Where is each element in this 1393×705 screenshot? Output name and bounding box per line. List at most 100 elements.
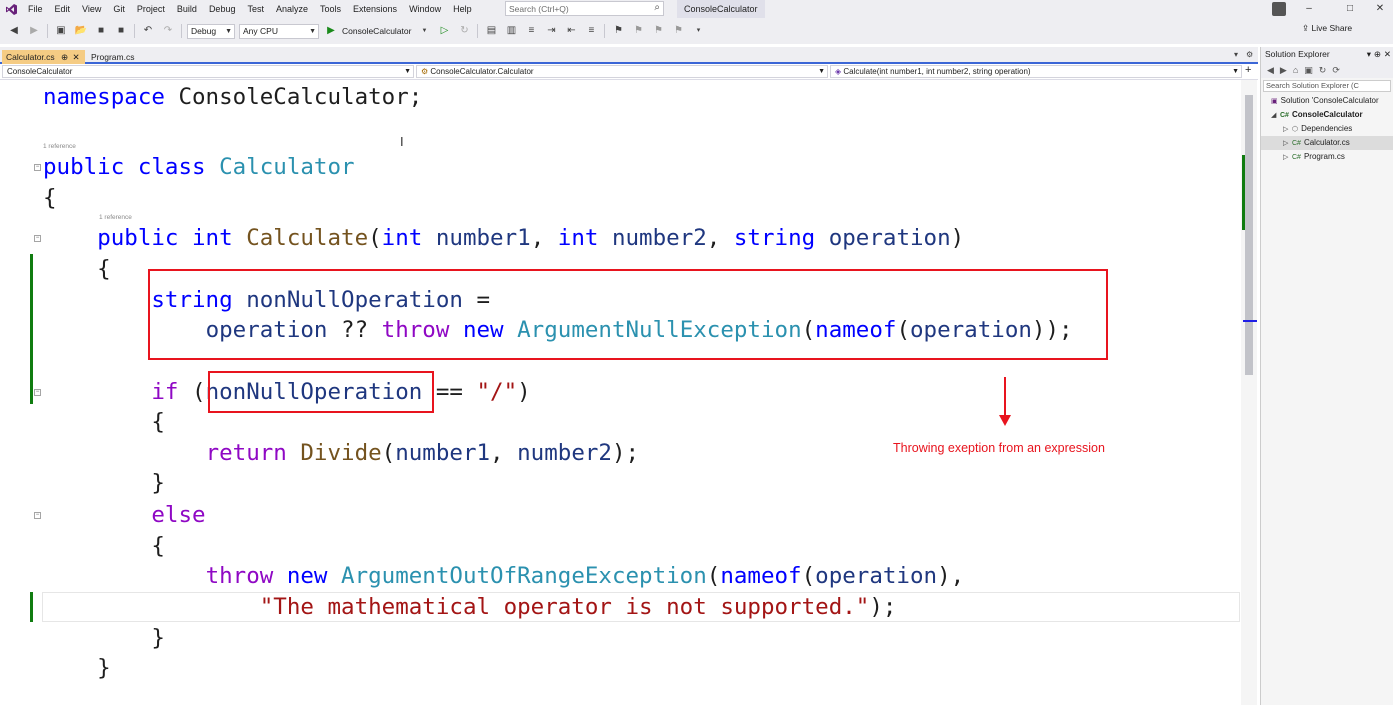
menu-window[interactable]: Window xyxy=(403,0,447,18)
pin-icon[interactable]: ⊕ xyxy=(1374,47,1381,62)
expand-arrow-icon[interactable]: ▷ xyxy=(1283,123,1292,137)
chevron-down-icon[interactable]: ▼ xyxy=(417,24,431,38)
run-target-button[interactable]: ConsoleCalculator xyxy=(342,26,411,36)
indent-icon[interactable]: ⇥ xyxy=(544,24,558,38)
split-view-icon[interactable]: + xyxy=(1245,64,1251,76)
maximize-icon[interactable]: □ xyxy=(1337,0,1363,18)
align-icon[interactable]: ≡ xyxy=(524,24,538,38)
start-debug-icon[interactable]: ▶ xyxy=(324,24,338,38)
menu-debug[interactable]: Debug xyxy=(203,0,242,18)
visual-studio-logo-icon[interactable] xyxy=(0,0,22,18)
change-marker xyxy=(30,592,33,622)
bookmark-prev-icon[interactable]: ⚑ xyxy=(631,24,645,38)
tree-item-dependencies[interactable]: ▷ ⬡ Dependencies xyxy=(1261,122,1393,136)
forward-icon[interactable]: ▶ xyxy=(1280,65,1287,76)
dependencies-icon: ⬡ xyxy=(1292,126,1299,133)
search-input[interactable]: Search (Ctrl+Q) ⌕ xyxy=(505,1,664,16)
project-dropdown[interactable]: ConsoleCalculator ▼ xyxy=(2,65,414,78)
tree-project[interactable]: ◢ C# ConsoleCalculator xyxy=(1261,108,1393,122)
configuration-dropdown[interactable]: Debug ▼ xyxy=(187,23,235,39)
platform-value: Any CPU xyxy=(243,25,278,36)
menu-edit[interactable]: Edit xyxy=(49,0,77,18)
close-icon[interactable]: ✕ xyxy=(1367,0,1393,18)
menu-test[interactable]: Test xyxy=(241,0,270,18)
configuration-value: Debug xyxy=(191,25,217,36)
bookmark-clear-icon[interactable]: ⚑ xyxy=(671,24,685,38)
menu-build[interactable]: Build xyxy=(171,0,203,18)
tab-calculator-cs[interactable]: Calculator.cs ⊕ ✕ xyxy=(2,50,85,64)
comment-icon[interactable]: ≡ xyxy=(584,24,598,38)
bookmark-next-icon[interactable]: ⚑ xyxy=(651,24,665,38)
tree-solution[interactable]: ▣ Solution 'ConsoleCalculator xyxy=(1261,94,1393,108)
solution-search-input[interactable]: Search Solution Explorer (C xyxy=(1263,80,1391,92)
menu-file[interactable]: File xyxy=(22,0,49,18)
menu-view[interactable]: View xyxy=(76,0,107,18)
tab-dropdown-icon[interactable]: ▾ xyxy=(1234,50,1238,59)
collapse-icon[interactable]: − xyxy=(34,235,41,242)
tree-item-program-cs[interactable]: ▷ C# Program.cs xyxy=(1261,150,1393,164)
toolbar-overflow-icon[interactable]: ▾ xyxy=(691,24,705,38)
browse-icon[interactable]: ▤ xyxy=(484,24,498,38)
save-icon[interactable]: ■ xyxy=(94,24,108,38)
codelens-references[interactable]: 1 reference xyxy=(43,143,76,150)
code-line: throw new ArgumentOutOfRangeException(na… xyxy=(205,563,965,589)
type-dropdown[interactable]: ⚙ ConsoleCalculator.Calculator ▼ xyxy=(416,65,828,78)
expand-arrow-icon[interactable]: ▷ xyxy=(1283,137,1292,151)
settings-gear-icon[interactable]: ⚙ xyxy=(1246,50,1253,59)
code-line: return Divide(number1, number2); xyxy=(205,440,640,466)
back-icon[interactable]: ◀ xyxy=(7,24,21,38)
menu-extensions[interactable]: Extensions xyxy=(347,0,403,18)
tab-label: Program.cs xyxy=(91,52,135,62)
redo-icon[interactable]: ↷ xyxy=(161,24,175,38)
codelens-references[interactable]: 1 reference xyxy=(99,214,132,221)
refresh-icon[interactable]: ⟳ xyxy=(1332,65,1340,76)
home-icon[interactable]: ⌂ xyxy=(1293,65,1298,75)
bookmark-icon[interactable]: ⚑ xyxy=(611,24,625,38)
close-icon[interactable]: ✕ xyxy=(73,52,80,62)
close-icon[interactable]: ✕ xyxy=(1384,47,1391,62)
hot-reload-icon[interactable]: ↻ xyxy=(457,24,471,38)
undo-icon[interactable]: ↶ xyxy=(141,24,155,38)
panel-dropdown-icon[interactable]: ▾ xyxy=(1367,47,1371,62)
forward-icon[interactable]: ▶ xyxy=(27,24,41,38)
toolbar-separator xyxy=(604,24,606,38)
chevron-down-icon: ▼ xyxy=(225,27,232,35)
menu-git[interactable]: Git xyxy=(107,0,131,18)
collapse-icon[interactable]: − xyxy=(34,512,41,519)
scrollbar-thumb[interactable] xyxy=(1245,95,1253,375)
start-without-debug-icon[interactable]: ▷ xyxy=(437,24,451,38)
member-dropdown[interactable]: ◈ Calculate(int number1, int number2, st… xyxy=(830,65,1242,78)
back-icon[interactable]: ◀ xyxy=(1267,65,1274,76)
menu-help[interactable]: Help xyxy=(447,0,478,18)
tree-item-calculator-cs[interactable]: ▷ C# Calculator.cs xyxy=(1261,136,1393,150)
menu-project[interactable]: Project xyxy=(131,0,171,18)
editor-scrollbar[interactable] xyxy=(1241,80,1257,705)
expand-arrow-icon[interactable]: ▷ xyxy=(1283,151,1292,165)
switch-views-icon[interactable]: ▣ xyxy=(1304,65,1313,76)
toolbar-separator xyxy=(181,24,182,38)
tab-program-cs[interactable]: Program.cs xyxy=(87,50,147,64)
collapse-arrow-icon[interactable]: ◢ xyxy=(1271,109,1280,123)
new-project-icon[interactable]: ▣ xyxy=(54,24,68,38)
code-line: } xyxy=(43,655,111,681)
toolbar-separator xyxy=(134,24,135,38)
live-share-button[interactable]: ⇪ Live Share xyxy=(1302,23,1352,34)
class-icon: ⚙ xyxy=(421,67,429,76)
platform-dropdown[interactable]: Any CPU ▼ xyxy=(239,23,319,39)
collapse-icon[interactable]: − xyxy=(34,164,41,171)
sync-icon[interactable]: ↻ xyxy=(1319,65,1327,76)
menu-tools[interactable]: Tools xyxy=(314,0,347,18)
open-folder-icon[interactable]: 📂 xyxy=(74,24,88,38)
layout-icon[interactable]: ▥ xyxy=(504,24,518,38)
code-editor[interactable]: namespace ConsoleCalculator; 1 reference… xyxy=(0,80,1245,705)
project-value: ConsoleCalculator xyxy=(7,67,73,76)
csharp-project-icon: C# xyxy=(1280,112,1289,119)
account-avatar-icon[interactable] xyxy=(1272,2,1286,16)
save-all-icon[interactable]: ■ xyxy=(114,24,128,38)
collapse-icon[interactable]: − xyxy=(34,389,41,396)
search-icon: ⌕ xyxy=(654,2,660,13)
pin-icon[interactable]: ⊕ xyxy=(61,52,68,62)
outdent-icon[interactable]: ⇤ xyxy=(564,24,578,38)
minimize-icon[interactable]: – xyxy=(1296,0,1322,18)
menu-analyze[interactable]: Analyze xyxy=(270,0,314,18)
